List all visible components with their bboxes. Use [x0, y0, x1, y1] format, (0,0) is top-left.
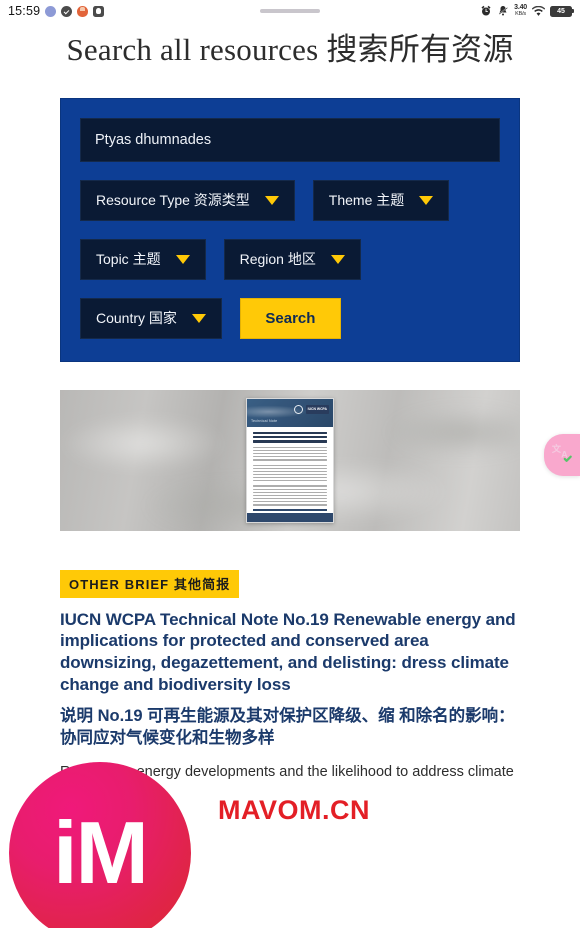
status-badge: OTHER BRIEF 其他简报: [60, 569, 240, 598]
thumbnail-body: [247, 427, 333, 522]
network-speed-indicator: 3.40 KB/s: [514, 3, 527, 18]
chevron-down-icon: [330, 254, 345, 264]
status-bar-right: 3.40 KB/s 45: [480, 3, 574, 19]
wcpa-logo: IUCN WCPA: [305, 404, 329, 414]
bell-muted-icon: [497, 5, 509, 17]
status-bar-clock: 15:59: [8, 4, 41, 18]
battery-icon: 45: [550, 5, 574, 17]
dropdown-theme[interactable]: Theme 主题: [312, 179, 450, 221]
dropdown-label: Region 地区: [239, 251, 316, 268]
dropdown-label: Theme 主题: [328, 192, 405, 209]
watermark-text: MAVOM.CN: [218, 795, 370, 825]
chevron-down-icon: [175, 254, 190, 264]
dropdown-resource-type[interactable]: Resource Type 资源类型: [80, 179, 295, 221]
translate-fab-button[interactable]: 文 A: [544, 434, 580, 476]
result-item: OTHER BRIEF 其他简报 IUCN WCPA Technical Not…: [60, 569, 520, 784]
note-app-icon: [93, 5, 105, 17]
search-input[interactable]: Ptyas dhumnades: [80, 117, 500, 162]
wifi-icon: [532, 5, 545, 17]
dropdown-country[interactable]: Country 国家: [80, 297, 222, 339]
filter-row-3: Country 国家 Search: [80, 297, 500, 339]
thumbnail-text-block: [253, 464, 327, 482]
thumbnail-divider: [253, 509, 327, 511]
dropdown-label: Country 国家: [96, 310, 177, 327]
watermark-logo: iM: [9, 762, 191, 928]
dropdown-region[interactable]: Region 地区: [223, 238, 361, 280]
thumbnail-text-block: [253, 446, 327, 461]
result-title-cn[interactable]: 说明 No.19 可再生能源及其对保护区降级、缩 和除名的影响：协同应对气候变化…: [60, 705, 520, 750]
iucn-mark-icon: [293, 404, 303, 414]
translate-icon: 文 A: [551, 442, 573, 469]
app-dot-icon: [45, 5, 57, 17]
result-title-en[interactable]: IUCN WCPA Technical Note No.19 Renewable…: [60, 609, 520, 696]
thumbnail-header: Technical Note IUCN WCPA: [247, 398, 333, 427]
dropdown-label: Resource Type 资源类型: [96, 192, 250, 209]
filter-row-1: Resource Type 资源类型 Theme 主题: [80, 179, 500, 221]
filter-row-2: Topic 主题 Region 地区: [80, 238, 500, 280]
document-thumbnail[interactable]: Technical Note IUCN WCPA: [246, 397, 334, 523]
page-title: Search all resources 搜索所有资源: [66, 32, 514, 67]
check-circle-icon: [61, 5, 73, 17]
dropdown-label: Topic 主题: [96, 251, 161, 268]
window-drag-handle[interactable]: [260, 9, 320, 13]
chevron-down-icon: [191, 313, 206, 323]
thumbnail-header-label: Technical Note: [251, 418, 278, 423]
dropdown-topic[interactable]: Topic 主题: [80, 238, 206, 280]
status-bar: 15:59 3.40 KB/s 45: [0, 0, 580, 22]
alarm-app-icon: [77, 5, 89, 17]
chevron-down-icon: [264, 195, 279, 205]
chevron-down-icon: [419, 195, 434, 205]
alarm-clock-icon: [480, 5, 492, 17]
result-banner: Technical Note IUCN WCPA: [60, 389, 520, 531]
status-bar-left: 15:59: [8, 4, 105, 18]
search-panel: Ptyas dhumnades Resource Type 资源类型 Theme…: [60, 97, 520, 362]
search-button[interactable]: Search: [239, 297, 341, 339]
thumbnail-logos: IUCN WCPA: [293, 404, 329, 414]
thumbnail-title-lines: [253, 431, 327, 443]
thumbnail-footer: [247, 512, 333, 522]
thumbnail-text-block: [253, 485, 327, 506]
